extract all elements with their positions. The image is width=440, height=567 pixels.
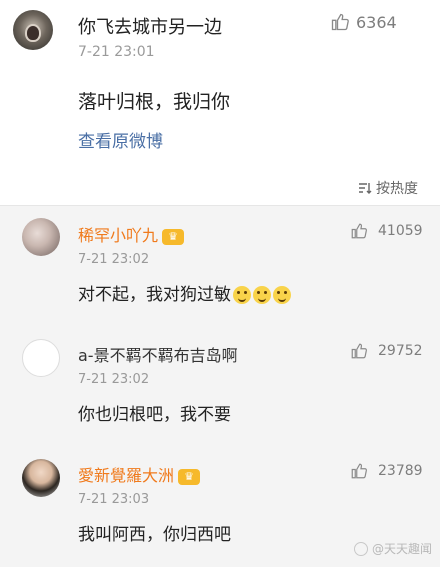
comment-like-button[interactable]: 29752 [350, 342, 423, 360]
avatar[interactable] [22, 459, 60, 497]
post-timestamp: 7-21 23:01 [78, 44, 155, 60]
avatar[interactable] [22, 218, 60, 256]
list-item: a-景不羁不羁布吉岛啊 29752 7-21 23:02 你也归根吧，我不要 [0, 326, 440, 446]
comment-author-name[interactable]: a-景不羁不羁布吉岛啊 [78, 342, 238, 366]
comment-text: 你也归根吧，我不要 [78, 405, 231, 425]
comment-text: 我叫阿西，你归西吧 [78, 525, 231, 545]
dog-face-emoji-icon [233, 286, 251, 304]
comment-like-count: 41059 [378, 223, 423, 239]
comment-like-button[interactable]: 41059 [350, 222, 423, 240]
watermark: @天天趣闻 [353, 540, 432, 557]
post-like-count: 6364 [356, 12, 397, 32]
comment-timestamp: 7-21 23:02 [78, 372, 150, 387]
vip-crown-icon: ♛ [162, 228, 185, 245]
comment-timestamp: 7-21 23:02 [78, 252, 150, 267]
thumbs-up-icon [351, 223, 367, 239]
thumbs-up-icon [351, 463, 367, 479]
comment-timestamp: 7-21 23:03 [78, 492, 150, 507]
comment-like-button[interactable]: 23789 [350, 462, 423, 480]
comment-like-count: 23789 [378, 463, 423, 479]
comment-like-count: 29752 [378, 343, 423, 359]
main-post: 你飞去城市另一边 7-21 23:01 6364 落叶归根，我归你 查看原微博 … [0, 0, 440, 205]
avatar[interactable] [22, 339, 60, 377]
thumbs-up-icon [351, 343, 367, 359]
list-item: 稀罕小吖九 ♛ 41059 7-21 23:02 对不起，我对狗过敏 [0, 206, 440, 326]
comment-list: 稀罕小吖九 ♛ 41059 7-21 23:02 对不起，我对狗过敏 a-景不羁不… [0, 206, 440, 567]
vip-crown-icon: ♛ [178, 468, 201, 485]
avatar[interactable] [13, 10, 53, 50]
comment-text: 对不起，我对狗过敏 [78, 280, 291, 305]
dog-face-emoji-icon [273, 286, 291, 304]
comment-author-name[interactable]: 稀罕小吖九 ♛ [78, 222, 185, 246]
post-like-button[interactable]: 6364 [330, 12, 397, 32]
sort-by-hot-button[interactable]: 按热度 [358, 178, 418, 198]
sort-icon [359, 183, 372, 194]
thumbs-up-icon [331, 13, 349, 31]
dog-face-emoji-icon [253, 286, 271, 304]
view-original-link[interactable]: 查看原微博 [78, 127, 163, 152]
post-author-name[interactable]: 你飞去城市另一边 [78, 13, 222, 39]
post-text: 落叶归根，我归你 [78, 91, 231, 113]
comment-author-name[interactable]: 愛新覺羅大洲 ♛ [78, 462, 201, 486]
sort-label: 按热度 [376, 181, 418, 197]
weibo-logo-icon [353, 541, 368, 556]
